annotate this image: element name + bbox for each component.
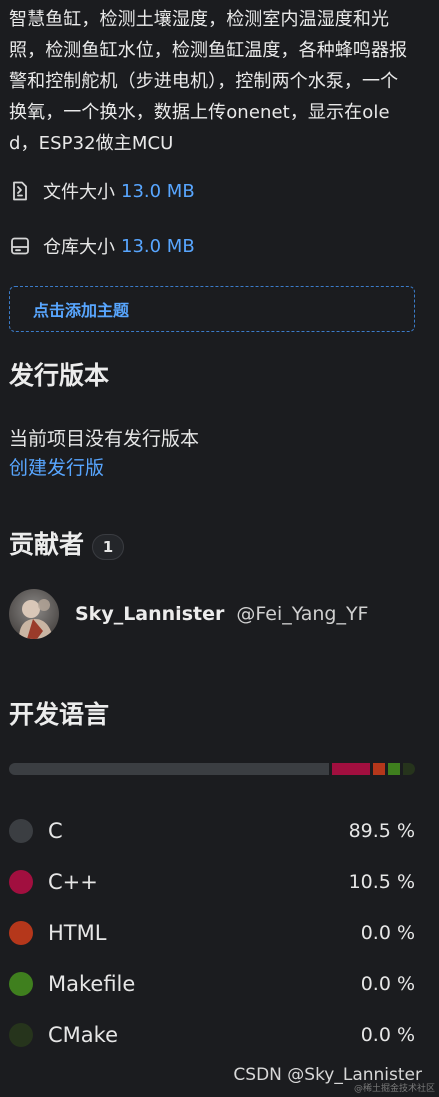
language-color-dot: [9, 869, 33, 894]
language-item: HTML 0.0 %: [9, 907, 415, 958]
contributor-name[interactable]: Sky_Lannister: [75, 603, 224, 625]
language-bar-segment: [387, 763, 400, 775]
language-bar: [9, 763, 415, 775]
create-release-link[interactable]: 创建发行版: [9, 453, 104, 483]
file-size-row: 文件大小 13.0 MB: [9, 177, 415, 205]
language-percent: 0.0 %: [360, 972, 415, 995]
repo-size-row: 仓库大小 13.0 MB: [9, 232, 415, 260]
language-bar-segment: [372, 763, 385, 775]
language-percent: 10.5 %: [348, 870, 415, 893]
language-name: C++: [48, 869, 98, 894]
language-item: Makefile 0.0 %: [9, 958, 415, 1009]
language-item: C 89.5 %: [9, 805, 415, 856]
language-item: CMake 0.0 %: [9, 1009, 415, 1060]
language-list: C 89.5 % C++ 10.5 % HTML 0.0 % Makefile 0.0 % CM…: [9, 805, 415, 1060]
repo-size-label: 仓库大小: [43, 237, 115, 258]
watermark-small: @稀土掘金技术社区: [353, 1084, 435, 1094]
file-size-value: 13.0 MB: [121, 180, 195, 202]
add-topic-button[interactable]: 点击添加主题: [9, 286, 415, 332]
releases-title: 发行版本: [9, 361, 110, 390]
language-bar-segment: [402, 763, 415, 775]
language-percent: 89.5 %: [348, 819, 415, 842]
languages-title: 开发语言: [9, 700, 110, 729]
language-bar-segment: [332, 763, 370, 775]
language-percent: 0.0 %: [360, 1023, 415, 1046]
repo-size-value: 13.0 MB: [121, 235, 195, 257]
user-avatar[interactable]: [9, 589, 59, 639]
language-color-dot: [9, 920, 33, 945]
language-name: CMake: [48, 1022, 118, 1047]
contributors-count-badge: 1: [92, 534, 125, 560]
add-topic-label: 点击添加主题: [33, 301, 130, 320]
language-name: HTML: [48, 920, 107, 945]
database-icon: [9, 235, 31, 257]
contributors-header: 贡献者 1: [9, 527, 415, 563]
contributors-title: 贡献者: [9, 530, 85, 559]
file-zip-icon: [9, 180, 31, 202]
language-name: Makefile: [48, 971, 136, 996]
language-color-dot: [9, 971, 33, 996]
language-name: C: [48, 818, 63, 843]
language-color-dot: [9, 1022, 33, 1047]
language-bar-segment: [9, 763, 330, 775]
language-color-dot: [9, 818, 33, 843]
language-percent: 0.0 %: [360, 921, 415, 944]
language-item: C++ 10.5 %: [9, 856, 415, 907]
repo-description: 智慧鱼缸，检测土壤湿度，检测室内温湿度和光照，检测鱼缸水位，检测鱼缸温度，各种蜂…: [9, 9, 408, 154]
contributor-handle: @Fei_Yang_YF: [236, 603, 369, 625]
file-size-label: 文件大小: [43, 182, 115, 203]
contributor-item[interactable]: Sky_Lannister @Fei_Yang_YF: [9, 589, 415, 639]
no-release-text: 当前项目没有发行版本: [9, 428, 200, 450]
repo-sidebar: 智慧鱼缸，检测土壤湿度，检测室内温湿度和光照，检测鱼缸水位，检测鱼缸温度，各种蜂…: [9, 0, 415, 1060]
